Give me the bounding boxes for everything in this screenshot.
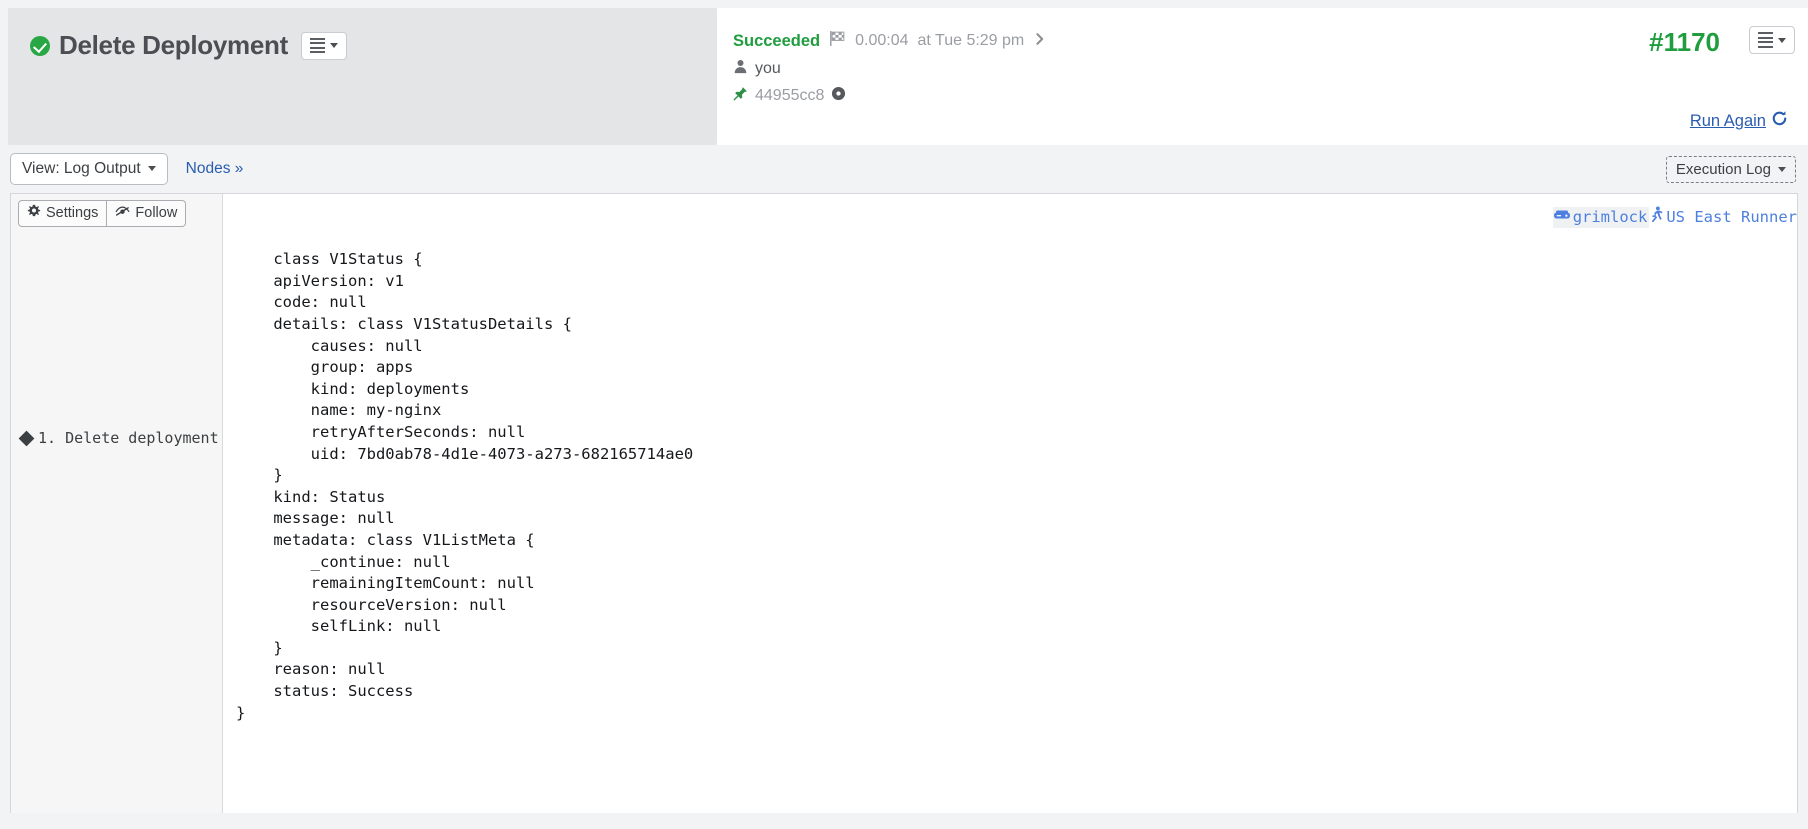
follow-button[interactable]: Follow xyxy=(107,200,187,227)
chevron-down-icon xyxy=(1778,166,1786,172)
list-menu-icon xyxy=(309,37,325,54)
eye-slash-icon xyxy=(115,204,130,223)
clock-icon xyxy=(831,86,846,106)
log-output: grimlock US East Runner class V1Status {… xyxy=(224,194,1797,813)
pin-icon xyxy=(733,86,748,106)
list-menu-icon xyxy=(1758,32,1773,48)
execution-log-button[interactable]: Execution Log xyxy=(1665,155,1796,183)
log-step-label: 1. Delete deployment xyxy=(38,429,219,447)
node-tag-label: grimlock xyxy=(1572,207,1648,226)
node-tag-list: grimlock US East Runner xyxy=(1552,206,1797,229)
log-step-item[interactable]: 1. Delete deployment xyxy=(18,429,219,447)
follow-label: Follow xyxy=(135,205,178,221)
job-title-line: Delete Deployment xyxy=(30,30,717,61)
chevron-down-icon xyxy=(147,166,156,172)
green-check-circle-icon xyxy=(30,35,50,56)
job-menu-button[interactable] xyxy=(300,31,347,60)
node-tag-label: US East Runner xyxy=(1666,207,1797,226)
server-icon xyxy=(1553,207,1571,229)
person-icon xyxy=(733,59,748,79)
gear-icon xyxy=(27,204,41,223)
log-toolbar: View: Log Output Nodes » Execution Log xyxy=(0,145,1808,193)
timestamp-text: at Tue 5:29 pm xyxy=(917,32,1025,49)
node-tag-runner[interactable]: US East Runner xyxy=(1649,206,1797,229)
view-selector-label: View: Log Output xyxy=(22,160,141,178)
status-line: Succeeded 0.00:04 at Tue 5:29 pm xyxy=(733,30,1784,52)
job-header-panel: Delete Deployment xyxy=(8,8,717,145)
commit-line: 44955cc8 xyxy=(733,86,1784,106)
refresh-icon xyxy=(1771,110,1788,132)
runner-icon xyxy=(1649,206,1664,229)
node-tag-grimlock[interactable]: grimlock xyxy=(1552,206,1650,229)
chevron-down-icon xyxy=(329,43,338,48)
build-number: #1170 xyxy=(1649,27,1720,57)
page-title: Delete Deployment xyxy=(59,30,288,60)
status-badge: Succeeded xyxy=(733,31,821,50)
chevron-right-icon[interactable] xyxy=(1033,32,1047,51)
user-line: you xyxy=(733,59,1784,79)
view-selector-button[interactable]: View: Log Output xyxy=(10,153,168,185)
checkered-flag-icon xyxy=(829,30,846,52)
run-again-link[interactable]: Run Again xyxy=(1690,110,1788,132)
settings-button[interactable]: Settings xyxy=(18,200,108,227)
user-name: you xyxy=(755,60,781,77)
duration-text: 0.00:04 xyxy=(855,32,909,49)
chevron-down-icon xyxy=(1778,37,1786,43)
log-controls: Settings Follow xyxy=(18,200,187,227)
build-status-panel: Succeeded 0.00:04 at Tue 5:29 pm you 449… xyxy=(717,8,1808,145)
diamond-icon xyxy=(18,430,35,446)
log-output-text: class V1Status { apiVersion: v1 code: nu… xyxy=(236,250,694,722)
settings-label: Settings xyxy=(46,205,99,221)
nodes-link[interactable]: Nodes » xyxy=(186,160,244,178)
log-panel: 1. Delete deployment Settings Follow gri… xyxy=(10,193,1798,813)
commit-hash: 44955cc8 xyxy=(755,87,825,104)
build-menu-button[interactable] xyxy=(1749,26,1795,54)
execution-log-label: Execution Log xyxy=(1675,160,1771,178)
log-step-sidebar: 1. Delete deployment xyxy=(11,194,223,813)
build-header: Delete Deployment Succeeded 0.00:04 at T… xyxy=(0,0,1808,145)
run-again-label: Run Again xyxy=(1689,111,1766,130)
